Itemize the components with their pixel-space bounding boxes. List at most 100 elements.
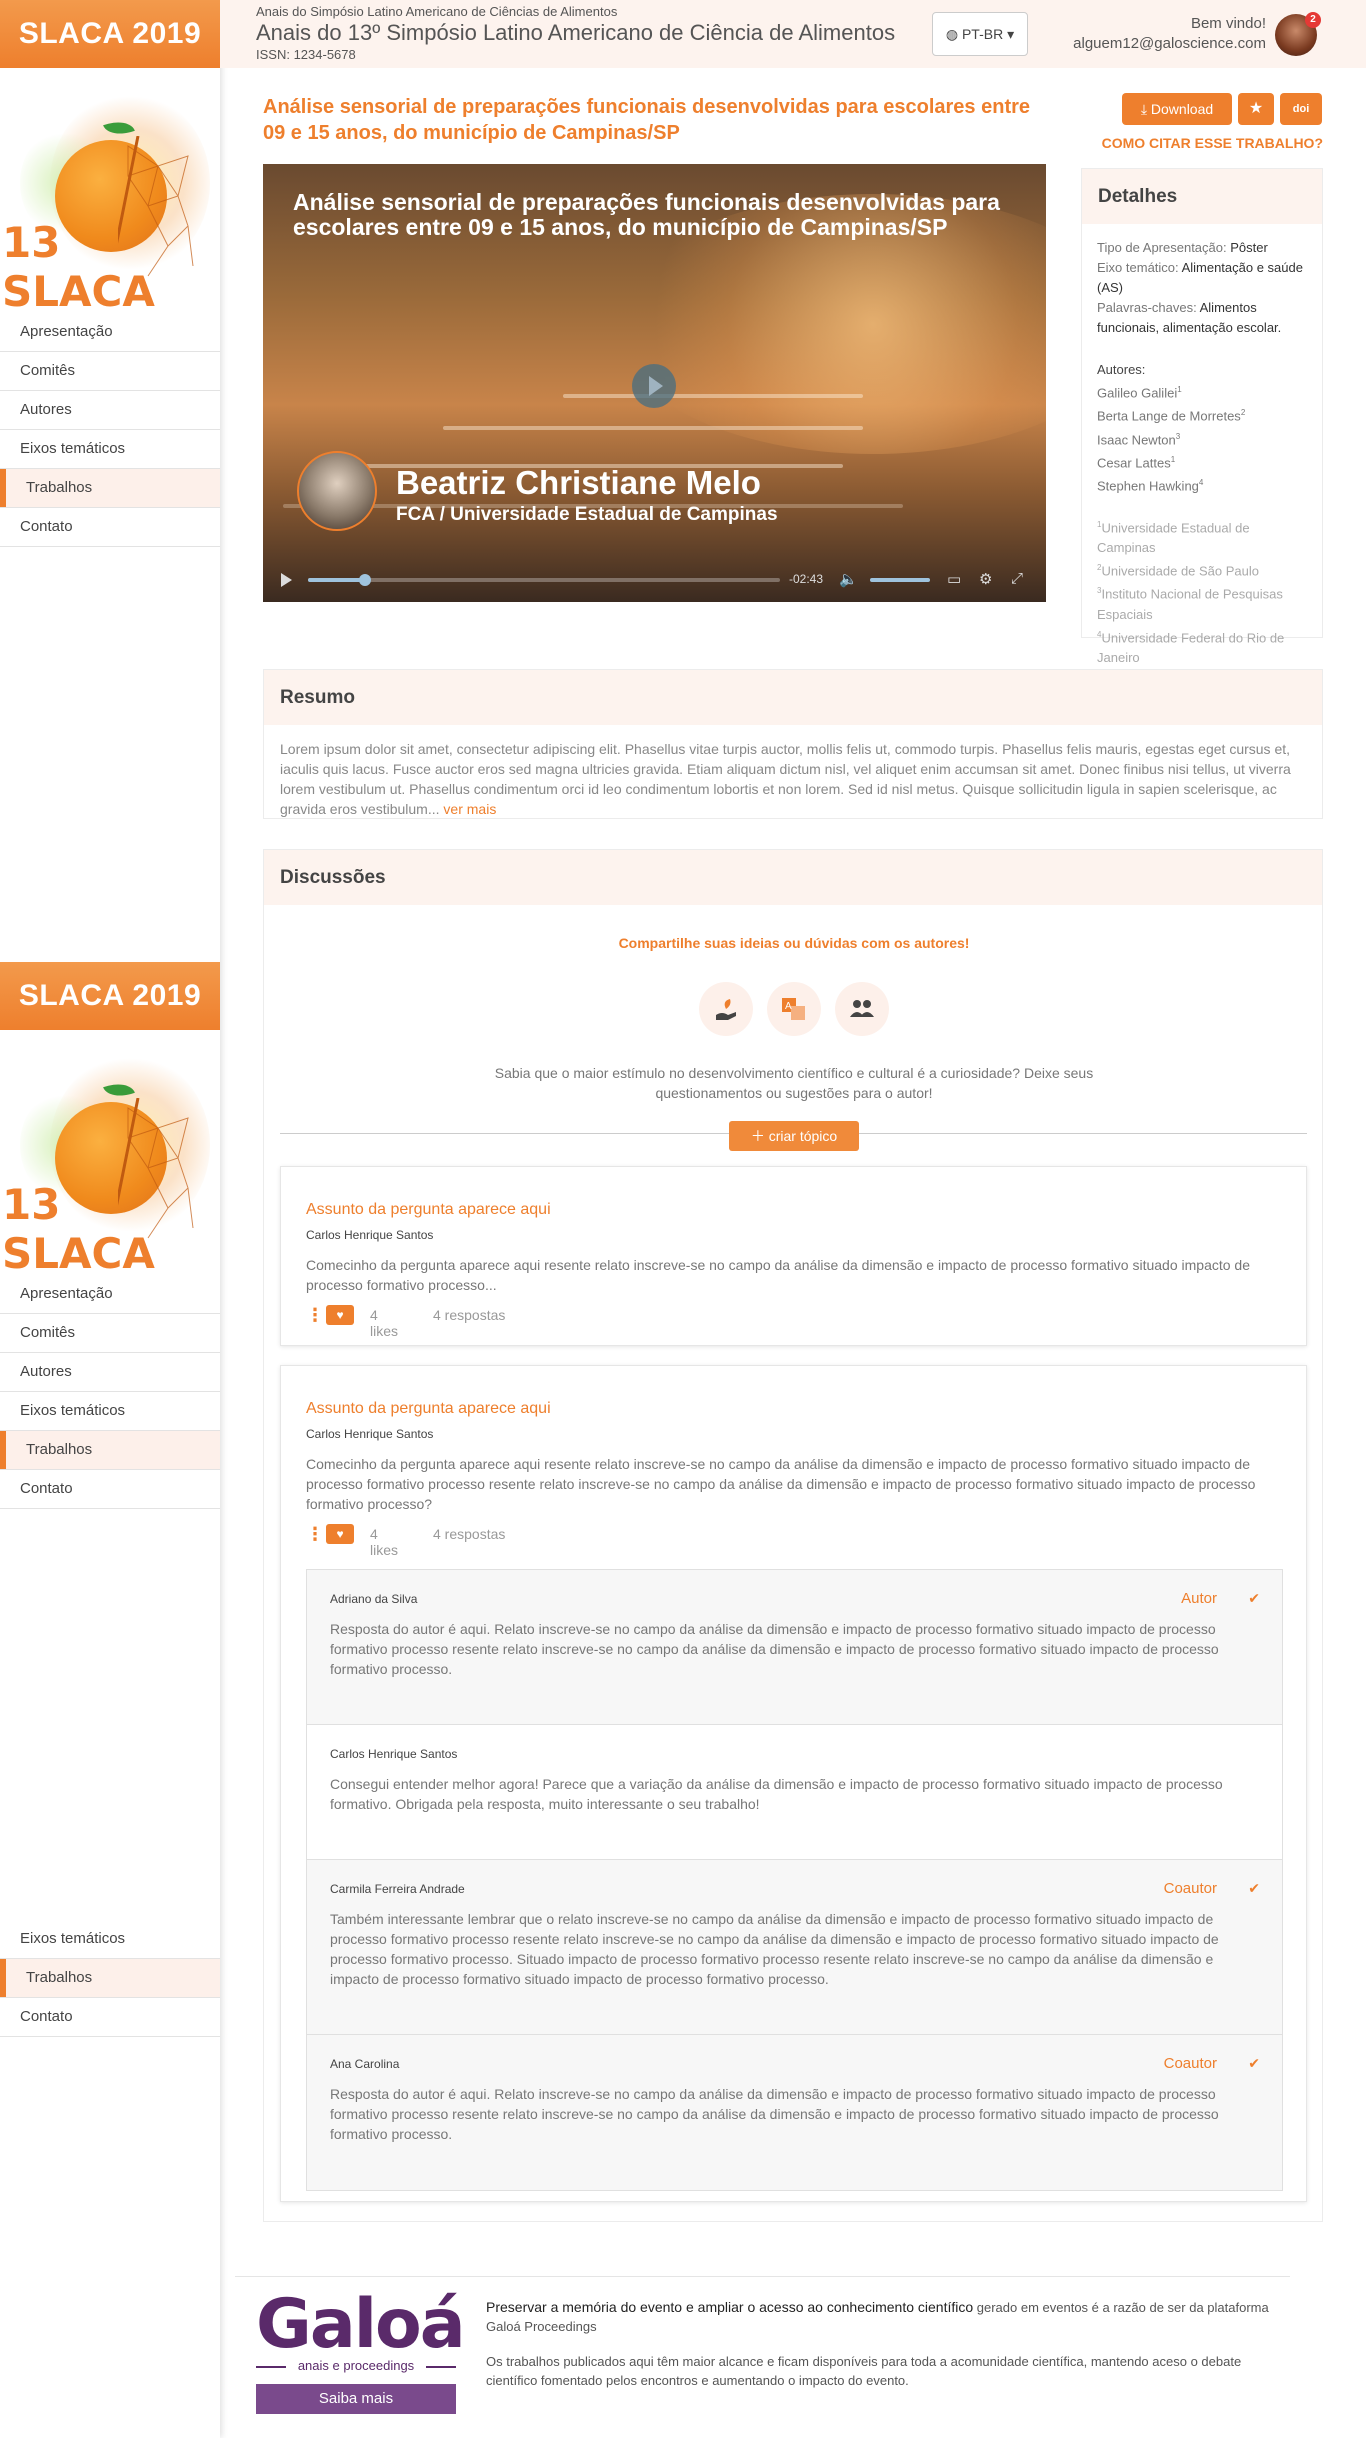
seek-progress bbox=[308, 578, 365, 582]
sidebar-block-partial: Eixos temáticos Trabalhos Contato bbox=[0, 1920, 220, 2037]
welcome-text: Bem vindo! bbox=[1190, 15, 1266, 32]
thread-subject[interactable]: Assunto da pergunta aparece aqui bbox=[306, 1400, 551, 1418]
event-logo[interactable]: 13 SLACA bbox=[0, 68, 220, 313]
sidebar-nav: Apresentação Comitês Autores Eixos temát… bbox=[0, 313, 220, 547]
download-label: Download bbox=[1150, 101, 1214, 117]
presentation-type: Tipo de Apresentação: Pôster bbox=[1097, 240, 1268, 255]
learn-more-button[interactable]: Saiba mais bbox=[256, 2384, 456, 2414]
replies-count[interactable]: 4 respostas bbox=[433, 1307, 505, 1323]
presenter-affiliation: FCA / Universidade Estadual de Campinas bbox=[396, 504, 778, 525]
more-options-icon[interactable]: ⋮ bbox=[306, 1306, 324, 1324]
event-logo[interactable]: 13 SLACA bbox=[0, 1030, 220, 1275]
reply-role: Autor bbox=[1181, 1590, 1217, 1607]
seek-bar[interactable] bbox=[308, 574, 780, 586]
discussion-thread[interactable]: Assunto da pergunta aparece aqui Carlos … bbox=[280, 1166, 1307, 1346]
sidebar-block: SLACA 2019 13 SLACA Apresentação Comitês… bbox=[0, 0, 220, 547]
fullscreen-icon[interactable]: ⤢ bbox=[1011, 570, 1023, 587]
language-button[interactable]: ◍ PT-BR ▾ bbox=[932, 12, 1028, 56]
time-remaining: -02:43 bbox=[789, 572, 824, 586]
author-item[interactable]: Berta Lange de Morretes2 bbox=[1097, 403, 1307, 426]
heart-icon[interactable]: ♥ bbox=[326, 1524, 354, 1544]
sidebar-item-autores[interactable]: Autores bbox=[0, 391, 220, 430]
check-icon: ✔ bbox=[1248, 1880, 1260, 1896]
sidebar-item-contato[interactable]: Contato bbox=[0, 1470, 220, 1509]
video-player[interactable]: Análise sensorial de preparações funcion… bbox=[263, 164, 1046, 602]
volume-icon[interactable]: 🔈 bbox=[839, 570, 858, 588]
sidebar-item-contato[interactable]: Contato bbox=[0, 508, 220, 547]
thread-body: Comecinho da pergunta aparece aqui resen… bbox=[306, 1456, 1256, 1512]
reply-text: Resposta do autor é aqui. Relato inscrev… bbox=[330, 1621, 1219, 1677]
header: Anais do Simpósio Latino Americano de Ci… bbox=[220, 0, 1366, 68]
globe-icon: ◍ bbox=[945, 26, 959, 42]
caret-down-icon: ▾ bbox=[1007, 26, 1015, 42]
affiliations: 1Universidade Estadual de Campinas 2Univ… bbox=[1097, 519, 1285, 665]
sidebar-item-eixos[interactable]: Eixos temáticos bbox=[0, 1920, 220, 1959]
sidebar-item-eixos[interactable]: Eixos temáticos bbox=[0, 430, 220, 469]
sidebar-nav: Eixos temáticos Trabalhos Contato bbox=[0, 1920, 220, 2037]
replies-count[interactable]: 4 respostas bbox=[433, 1526, 505, 1542]
sidebar-item-apresentacao[interactable]: Apresentação bbox=[0, 313, 220, 352]
replies-list: Adriano da Silva Autor ✔ Resposta do aut… bbox=[306, 1569, 1283, 2191]
play-icon[interactable] bbox=[281, 573, 292, 587]
cite-link[interactable]: COMO CITAR ESSE TRABALHO? bbox=[1050, 135, 1323, 151]
sidebar-item-comites[interactable]: Comitês bbox=[0, 352, 220, 391]
presenter-photo bbox=[297, 451, 377, 531]
thematic-axis: Eixo temático: Alimentação e saúde (AS) bbox=[1097, 260, 1303, 295]
create-topic-button[interactable]: ＋ criar tópico bbox=[729, 1121, 859, 1151]
author-item[interactable]: Isaac Newton3 bbox=[1097, 427, 1307, 450]
share-text: Sabia que o maior estímulo no desenvolvi… bbox=[494, 1065, 1094, 1101]
download-icon: ⤓ bbox=[1140, 101, 1148, 117]
notification-badge[interactable]: 2 bbox=[1305, 12, 1321, 28]
seek-handle[interactable] bbox=[358, 574, 371, 586]
reply-author: Adriano da Silva bbox=[330, 1592, 418, 1606]
galoa-logo[interactable]: Galoá bbox=[256, 2285, 466, 2364]
video-controls: -02:43 🔈 ▭ ⚙ ⤢ bbox=[263, 558, 1046, 602]
user-welcome[interactable]: Bem vindo! alguem12@galoscience.com bbox=[1073, 14, 1266, 54]
sidebar-item-autores[interactable]: Autores bbox=[0, 1353, 220, 1392]
download-button[interactable]: ⤓ Download bbox=[1122, 93, 1232, 125]
sidebar-brand[interactable]: SLACA 2019 bbox=[0, 962, 220, 1030]
read-more-link[interactable]: ver mais bbox=[443, 801, 496, 817]
sidebar-item-trabalhos[interactable]: Trabalhos bbox=[0, 1431, 220, 1470]
reply-item: Adriano da Silva Autor ✔ Resposta do aut… bbox=[307, 1570, 1282, 1725]
reply-text: Consegui entender melhor agora! Parece q… bbox=[330, 1776, 1223, 1812]
check-icon: ✔ bbox=[1248, 1590, 1260, 1606]
volume-slider[interactable] bbox=[870, 578, 930, 582]
sidebar-item-contato[interactable]: Contato bbox=[0, 1998, 220, 2037]
user-email: alguem12@galoscience.com bbox=[1073, 35, 1266, 52]
reply-item: Carmila Ferreira Andrade Coautor ✔ També… bbox=[307, 1860, 1282, 2035]
resumo-heading: Resumo bbox=[264, 670, 1322, 725]
author-item[interactable]: Cesar Lattes1 bbox=[1097, 450, 1307, 473]
reply-role: Coautor bbox=[1163, 2055, 1217, 2072]
sidebar-item-comites[interactable]: Comitês bbox=[0, 1314, 220, 1353]
people-icon bbox=[835, 982, 889, 1036]
logo-text: 13 SLACA bbox=[2, 1180, 155, 1275]
sidebar-item-apresentacao[interactable]: Apresentação bbox=[0, 1275, 220, 1314]
discussion-thread[interactable]: Assunto da pergunta aparece aqui Carlos … bbox=[280, 1365, 1307, 2202]
sidebar-item-trabalhos[interactable]: Trabalhos bbox=[0, 469, 220, 508]
share-title: Compartilhe suas ideias ou dúvidas com o… bbox=[618, 935, 970, 951]
resumo-panel: Resumo Lorem ipsum dolor sit amet, conse… bbox=[263, 669, 1323, 819]
sidebar-item-trabalhos[interactable]: Trabalhos bbox=[0, 1959, 220, 1998]
play-overlay-icon[interactable] bbox=[632, 364, 676, 408]
thread-subject[interactable]: Assunto da pergunta aparece aqui bbox=[306, 1201, 551, 1219]
star-icon: ★ bbox=[1248, 100, 1264, 117]
thread-author: Carlos Henrique Santos bbox=[306, 1228, 434, 1242]
authors-heading: Autores: bbox=[1097, 362, 1146, 377]
author-item[interactable]: Stephen Hawking4 bbox=[1097, 473, 1307, 496]
favorite-button[interactable]: ★ bbox=[1238, 93, 1274, 125]
gear-icon[interactable]: ⚙ bbox=[979, 570, 992, 588]
sidebar-brand[interactable]: SLACA 2019 bbox=[0, 0, 220, 68]
reply-item: Carlos Henrique Santos Consegui entender… bbox=[307, 1725, 1282, 1860]
doi-button[interactable]: doi bbox=[1280, 93, 1322, 125]
reply-item: Ana Carolina Coautor ✔ Resposta do autor… bbox=[307, 2035, 1282, 2190]
discussions-heading: Discussões bbox=[264, 850, 1322, 905]
heart-icon[interactable]: ♥ bbox=[326, 1305, 354, 1325]
captions-icon[interactable]: ▭ bbox=[947, 570, 961, 588]
plus-icon: ＋ bbox=[750, 1128, 765, 1144]
author-item[interactable]: Galileo Galilei1 bbox=[1097, 380, 1307, 403]
more-options-icon[interactable]: ⋮ bbox=[306, 1525, 324, 1543]
header-issn: ISSN: 1234-5678 bbox=[256, 47, 356, 62]
footer-divider bbox=[235, 2276, 1290, 2277]
sidebar-item-eixos[interactable]: Eixos temáticos bbox=[0, 1392, 220, 1431]
